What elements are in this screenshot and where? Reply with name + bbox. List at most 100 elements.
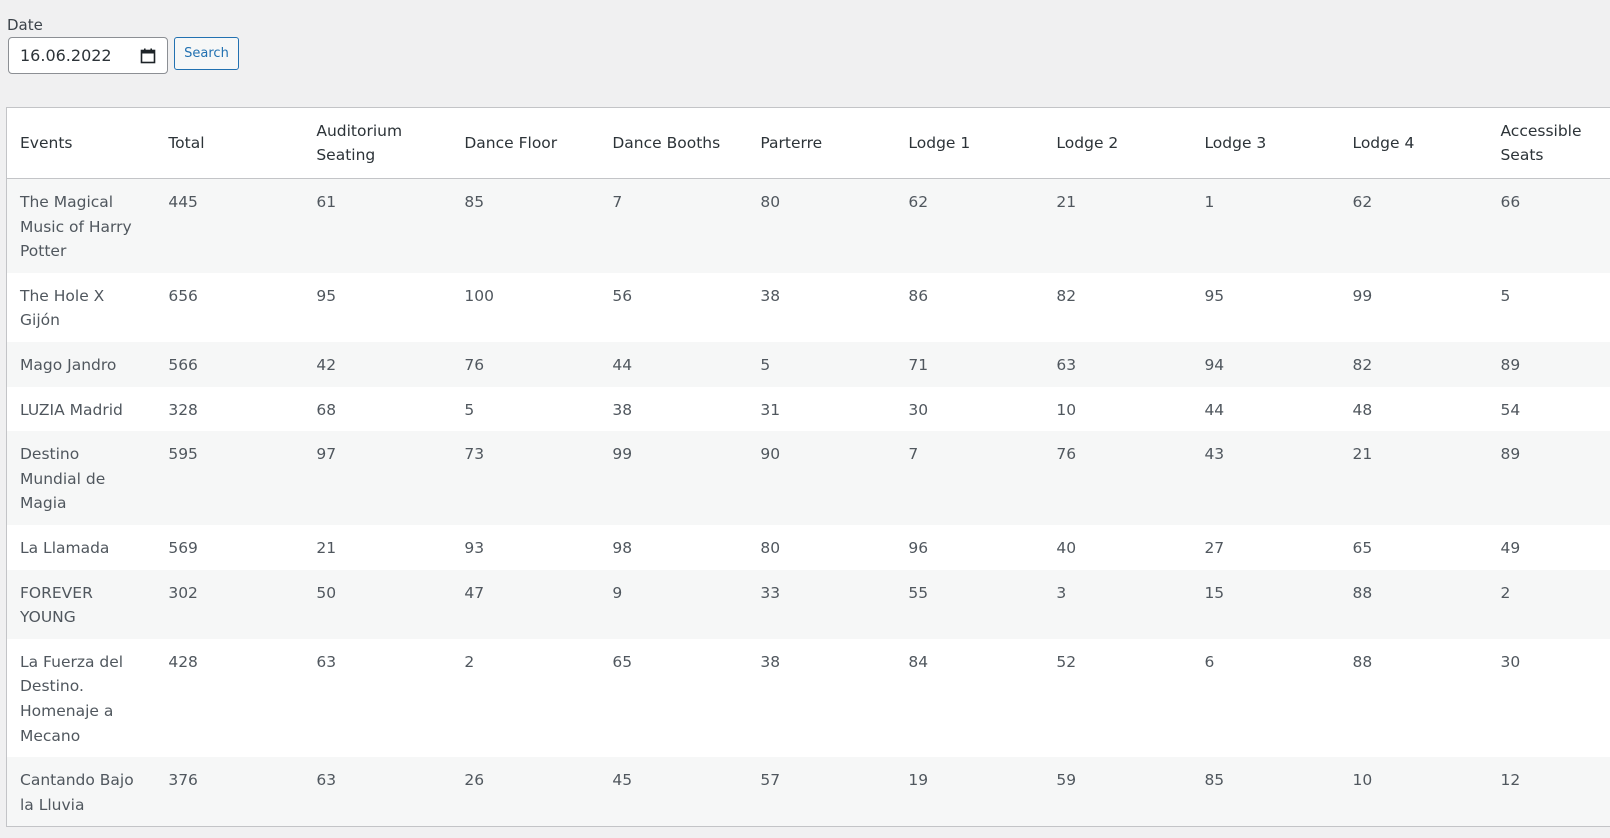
- event-name-cell: La Llamada: [20, 538, 110, 557]
- table-cell: 62: [1352, 193, 1373, 211]
- table-cell: 82: [1056, 286, 1077, 305]
- table-cell: 5: [1500, 286, 1511, 305]
- column-header-lodge-2: Lodge 2: [1043, 108, 1192, 179]
- table-cell: 96: [908, 538, 929, 557]
- table-cell: 66: [1500, 193, 1521, 211]
- table-cell: 7: [908, 445, 919, 464]
- table-cell: 428: [168, 652, 198, 671]
- event-name-cell: The Magical Music of Harry Potter: [20, 193, 132, 261]
- table-cell: 27: [1204, 538, 1225, 557]
- page: Date 16.06.2022 Search Events Total Audito…: [0, 0, 1610, 838]
- table-cell: 65: [1352, 538, 1373, 557]
- column-header-accessible-seats: Accessible Seats: [1487, 108, 1610, 179]
- table-cell: 88: [1352, 652, 1373, 671]
- table-cell: 38: [760, 286, 781, 305]
- table-cell: 89: [1500, 445, 1521, 464]
- column-header-dance-booths: Dance Booths: [599, 108, 748, 179]
- table-cell: 10: [1352, 771, 1373, 790]
- table-row: Mago Jandro 566 42 76 44 5 71 63 94 82 89: [7, 341, 1610, 387]
- table-cell: 5: [760, 355, 771, 374]
- table-row: Destino Mundial de Magia 595 97 73 99 90 7 76 43…: [7, 431, 1610, 525]
- table-cell: 9: [612, 583, 623, 602]
- event-name-cell: Destino Mundial de Magia: [20, 445, 106, 513]
- table-cell: 10: [1056, 400, 1077, 419]
- table-cell: 19: [908, 771, 929, 790]
- table-row: La Fuerza del Destino. Homenaje a Mecano…: [7, 638, 1610, 758]
- table-cell: 63: [316, 771, 337, 790]
- table-cell: 62: [908, 193, 929, 211]
- table-cell: 26: [464, 771, 485, 790]
- table-cell: 49: [1500, 538, 1521, 557]
- table-cell: 47: [464, 583, 485, 602]
- calendar-icon[interactable]: [140, 48, 156, 64]
- table-cell: 31: [760, 400, 781, 419]
- table-cell: 21: [316, 538, 337, 557]
- table-cell: 88: [1352, 583, 1373, 602]
- table-header: Events Total Auditorium Seating Dance Floor…: [7, 108, 1610, 179]
- table-cell: 5: [464, 400, 475, 419]
- table-cell: 95: [316, 286, 337, 305]
- table-cell: 84: [908, 652, 929, 671]
- table-cell: 15: [1204, 583, 1225, 602]
- table-cell: 76: [1056, 445, 1077, 464]
- table-row: FOREVER YOUNG 302 50 47 9 33 55 3 15 88 2: [7, 569, 1610, 639]
- table-cell: 52: [1056, 652, 1077, 671]
- table-cell: 569: [168, 538, 198, 557]
- table-cell: 98: [612, 538, 633, 557]
- column-header-lodge-1: Lodge 1: [895, 108, 1044, 179]
- events-table-container: Events Total Auditorium Seating Dance Floor…: [6, 107, 1610, 828]
- table-cell: 21: [1056, 193, 1077, 211]
- table-cell: 44: [612, 355, 633, 374]
- table-cell: 43: [1204, 445, 1225, 464]
- table-body: The Magical Music of Harry Potter 445 61 85…: [7, 178, 1610, 827]
- table-cell: 595: [168, 445, 198, 464]
- table-cell: 302: [168, 583, 198, 602]
- table-cell: 30: [1500, 652, 1521, 671]
- event-name-cell: Mago Jandro: [20, 355, 117, 374]
- date-value: 16.06.2022: [20, 46, 112, 65]
- table-cell: 12: [1500, 771, 1521, 790]
- table-cell: 56: [612, 286, 633, 305]
- event-name-cell: The Hole X Gijón: [20, 286, 105, 330]
- column-header-lodge-4: Lodge 4: [1339, 108, 1488, 179]
- search-button[interactable]: Search: [174, 37, 239, 70]
- table-cell: 85: [1204, 771, 1225, 790]
- table-cell: 445: [168, 193, 198, 211]
- table-cell: 21: [1352, 445, 1373, 464]
- table-cell: 57: [760, 771, 781, 790]
- table-cell: 85: [464, 193, 485, 211]
- table-cell: 45: [612, 771, 633, 790]
- table-cell: 94: [1204, 355, 1225, 374]
- table-cell: 80: [760, 538, 781, 557]
- table-cell: 54: [1500, 400, 1521, 419]
- table-cell: 97: [316, 445, 337, 464]
- table-cell: 2: [1500, 583, 1511, 602]
- column-header-auditorium-seating: Auditorium Seating: [303, 108, 452, 179]
- table-cell: 68: [316, 400, 337, 419]
- table-row: Cantando Bajo la Lluvia 376 63 26 45 57 19 59 85…: [7, 757, 1610, 827]
- table-row: The Magical Music of Harry Potter 445 61 85…: [7, 178, 1610, 273]
- table-cell: 90: [760, 445, 781, 464]
- table-cell: 30: [908, 400, 929, 419]
- event-name-cell: Cantando Bajo la Lluvia: [20, 771, 134, 814]
- table-cell: 38: [612, 400, 633, 419]
- event-name-cell: La Fuerza del Destino. Homenaje a Mecano: [20, 652, 124, 745]
- table-cell: 80: [760, 193, 781, 211]
- table-cell: 71: [908, 355, 929, 374]
- table-cell: 40: [1056, 538, 1077, 557]
- column-header-parterre: Parterre: [747, 108, 896, 179]
- table-cell: 86: [908, 286, 929, 305]
- table-cell: 63: [1056, 355, 1077, 374]
- table-cell: 2: [464, 652, 475, 671]
- table-cell: 6: [1204, 652, 1215, 671]
- column-header-events: Events: [7, 108, 156, 179]
- date-input[interactable]: 16.06.2022: [8, 37, 168, 74]
- table-cell: 93: [464, 538, 485, 557]
- table-cell: 61: [316, 193, 337, 211]
- table-cell: 376: [168, 771, 198, 790]
- table-cell: 1: [1204, 193, 1215, 211]
- table-cell: 63: [316, 652, 337, 671]
- table-cell: 82: [1352, 355, 1373, 374]
- table-cell: 99: [1352, 286, 1373, 305]
- table-cell: 656: [168, 286, 198, 305]
